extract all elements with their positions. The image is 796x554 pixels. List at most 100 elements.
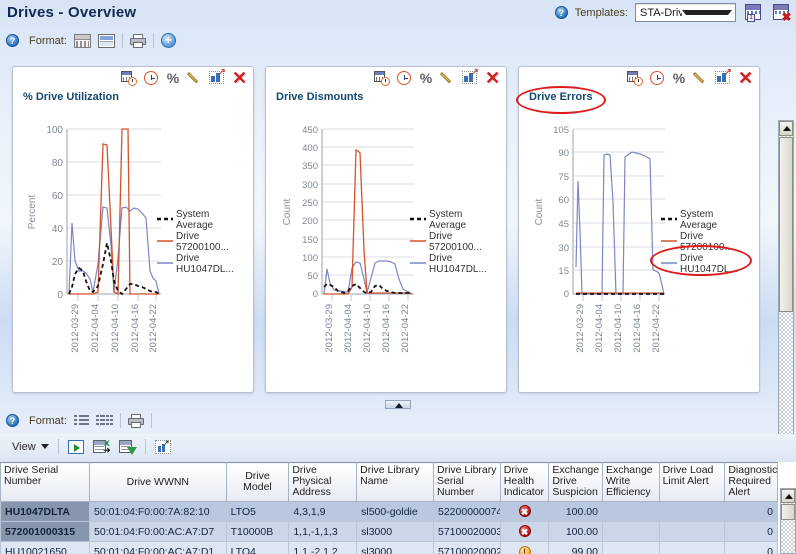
close-icon[interactable]: ✕ [231, 69, 248, 87]
scroll-up-button[interactable] [781, 489, 795, 503]
svg-text:2012-04-10: 2012-04-10 [362, 304, 373, 353]
svg-text:2012-04-04: 2012-04-04 [90, 304, 101, 353]
print-icon[interactable] [129, 33, 146, 48]
export-excel-icon[interactable]: x ➜ [92, 438, 111, 454]
col-drive-model[interactable]: Drive Model [225, 462, 290, 502]
svg-text:2012-03-29: 2012-03-29 [575, 304, 586, 353]
cell-serial[interactable]: 572001000315 [0, 521, 91, 542]
table-scrollbar[interactable] [780, 488, 796, 554]
help-icon[interactable]: ? [554, 6, 568, 19]
svg-text:100: 100 [46, 125, 63, 136]
templates-label: Templates: [574, 6, 628, 19]
save-template-icon[interactable]: 1 [743, 3, 764, 22]
chart-canvas-utilization: 100 80 60 40 20 0 Percent 2012-03-29 2012-04… [27, 125, 234, 353]
pencil-edit-icon[interactable] [693, 70, 709, 86]
cell-library-serial[interactable]: 52200000074 [433, 501, 501, 522]
format-label: Format: [29, 414, 67, 427]
divider [150, 413, 152, 428]
cell-health-indicator: ! [499, 541, 550, 554]
col-drive-physical-address[interactable]: Drive Physical Address [288, 462, 358, 502]
svg-text:HU1047DL...: HU1047DL... [680, 264, 738, 275]
percent-icon[interactable]: % [671, 70, 687, 86]
title-bar: Drives - Overview ? Templates: STA-Drive… [0, 0, 796, 30]
print-icon[interactable] [127, 413, 144, 428]
cell-serial[interactable]: HU10021650 [0, 541, 91, 554]
calendar-clock-icon[interactable] [374, 70, 390, 86]
divider [119, 413, 121, 428]
col-drive-health-indicator[interactable]: Drive Health Indicator [499, 462, 550, 502]
cell-library-serial[interactable]: 57100020003 [433, 521, 501, 542]
close-icon[interactable]: ✕ [737, 69, 754, 87]
cell-phys-address: 1,1,-1,1,3 [288, 521, 358, 542]
split-layout-icon[interactable] [97, 33, 115, 48]
grid-layout-icon[interactable] [73, 33, 91, 48]
detach-chart-icon[interactable]: ↗ [715, 68, 732, 86]
table-row[interactable]: HU10021650 50:01:04:F0:00:AC:A7:D1 LTO4 … [0, 541, 778, 554]
scrollbar-thumb[interactable] [781, 504, 795, 520]
clock-icon[interactable] [649, 70, 665, 86]
col-drive-serial-number[interactable]: Drive Serial Number [0, 462, 91, 502]
percent-icon[interactable]: % [165, 70, 181, 86]
table-row[interactable]: 572001000315 50:01:04:F0:00:AC:A7:D7 T10… [0, 521, 778, 542]
svg-text:0: 0 [313, 289, 318, 300]
detach-table-icon[interactable]: ↗ [154, 438, 171, 454]
svg-text:400: 400 [302, 143, 318, 154]
scrollbar-thumb[interactable] [779, 137, 793, 312]
list-view-icon[interactable] [73, 414, 89, 427]
svg-text:40: 40 [52, 224, 64, 235]
clock-icon[interactable] [143, 70, 159, 86]
detach-chart-icon[interactable]: ↗ [462, 68, 479, 86]
warning-icon: ! [518, 545, 531, 554]
pencil-edit-icon[interactable] [187, 70, 203, 86]
detach-chart-icon[interactable]: ↗ [209, 68, 226, 86]
charts-scrollbar[interactable] [778, 120, 794, 460]
svg-text:450: 450 [302, 125, 318, 136]
svg-text:90: 90 [558, 148, 569, 159]
view-menu-label: View [12, 440, 36, 453]
collapse-charts-handle[interactable] [385, 400, 411, 409]
clock-icon[interactable] [396, 70, 412, 86]
col-diagnostic-required-alert[interactable]: Diagnostic Required Alert [724, 462, 778, 502]
chart-panel-toolbar: % ↗ ✕ [627, 68, 754, 87]
svg-text:50: 50 [307, 271, 318, 282]
calendar-clock-icon[interactable] [121, 70, 137, 86]
add-chart-icon[interactable]: + [160, 33, 176, 48]
col-drive-wwnn[interactable]: Drive WWNN [89, 462, 227, 502]
svg-text:60: 60 [558, 195, 569, 206]
help-icon[interactable]: ? [6, 414, 19, 427]
pencil-edit-icon[interactable] [440, 70, 456, 86]
chart-legend: System Average Drive 57200100... Drive H… [661, 209, 738, 275]
detail-list-view-icon[interactable] [95, 414, 113, 427]
chevron-down-icon [682, 10, 732, 15]
svg-text:80: 80 [52, 158, 64, 169]
svg-text:2012-04-10: 2012-04-10 [613, 304, 624, 353]
delete-template-icon[interactable]: ✖ [771, 3, 792, 23]
col-drive-load-limit-alert[interactable]: Drive Load Limit Alert [658, 462, 726, 502]
svg-text:Drive: Drive [680, 253, 704, 264]
svg-text:HU1047DL...: HU1047DL... [176, 264, 234, 275]
percent-icon[interactable]: % [418, 70, 434, 86]
svg-text:100: 100 [302, 253, 318, 264]
svg-text:300: 300 [302, 180, 318, 191]
template-select[interactable]: STA-Drive-Health [635, 3, 736, 22]
svg-text:30: 30 [558, 243, 569, 254]
scroll-up-button[interactable] [779, 121, 793, 136]
col-exchange-write-efficiency[interactable]: Exchange Write Efficiency [601, 462, 660, 502]
chart-canvas-errors: 105 90 75 60 45 30 15 0 Count 2012-03-29 2012… [534, 125, 738, 353]
divider [57, 439, 59, 454]
cell-library-serial[interactable]: 57100020002 [433, 541, 501, 554]
filter-icon[interactable] [118, 439, 137, 455]
cell-diagnostic-alert: 0 [724, 541, 778, 554]
cell-serial[interactable]: HU1047DLTA [0, 501, 91, 522]
calendar-clock-icon[interactable] [627, 70, 643, 86]
col-drive-library-name[interactable]: Drive Library Name [356, 462, 434, 502]
chart-canvas-dismounts: 450 400 350 300 250 200 150 100 50 0 Count 201… [282, 125, 487, 353]
view-menu-button[interactable]: View [12, 441, 49, 453]
close-icon[interactable]: ✕ [484, 69, 501, 87]
col-drive-library-serial-number[interactable]: Drive Library Serial Number [433, 462, 501, 502]
table-row[interactable]: HU1047DLTA 50:01:04:F0:00:7A:82:10 LTO5 … [0, 501, 778, 522]
col-exchange-drive-suspicion[interactable]: Exchange Drive Suspicion [548, 462, 603, 502]
help-icon[interactable]: ? [6, 34, 19, 47]
svg-text:105: 105 [553, 125, 569, 136]
run-query-icon[interactable] [67, 439, 84, 454]
